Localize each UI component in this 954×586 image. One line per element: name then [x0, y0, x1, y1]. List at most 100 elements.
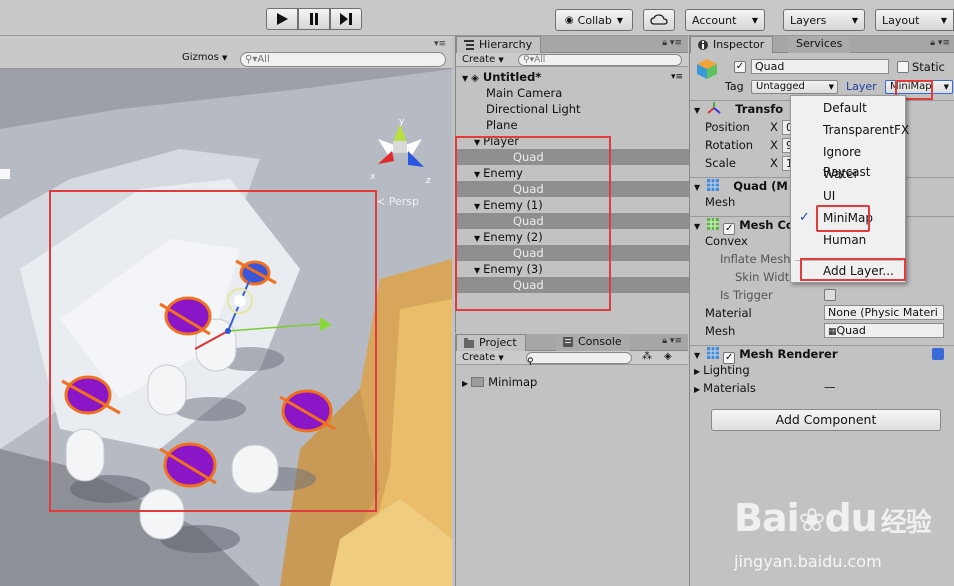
scale-x-label: X: [770, 156, 778, 170]
highlight-box-hierarchy: [455, 136, 611, 311]
layers-dropdown[interactable]: Layers ▼: [783, 9, 865, 31]
help-book-icon[interactable]: [932, 348, 944, 360]
tab-console[interactable]: Console: [556, 334, 630, 351]
cloud-button[interactable]: [643, 9, 675, 31]
hierarchy-row[interactable]: Directional Light: [456, 101, 689, 117]
axis-z-label: z: [426, 176, 431, 186]
material-field[interactable]: None (Physic Materi: [824, 305, 944, 320]
hierarchy-row[interactable]: Main Camera: [456, 85, 689, 101]
tab-inspector[interactable]: Inspector: [690, 36, 774, 53]
lock-icon[interactable]: 🔒︎ ▾≡: [930, 38, 950, 48]
add-component-button[interactable]: Add Component: [711, 409, 941, 431]
lock-icon[interactable]: 🔒︎ ▾≡: [662, 38, 682, 48]
collider-mesh-field[interactable]: ▦Quad: [824, 323, 944, 338]
expand-arrow-icon: ▶: [694, 367, 701, 376]
expand-arrow-icon[interactable]: ▼: [694, 218, 700, 235]
layer-menu-item-label: Human: [823, 233, 867, 247]
paw-icon: ❀: [798, 501, 826, 539]
mesh-renderer-icon: [707, 347, 720, 359]
hierarchy-search-input[interactable]: ⚲▾All: [518, 54, 682, 66]
skin-width-label: Skin Widt: [735, 270, 790, 284]
layer-menu-item[interactable]: Water: [791, 164, 907, 184]
chevron-down-icon: ▼: [751, 15, 758, 25]
layer-menu-item[interactable]: Default: [791, 98, 907, 118]
tab-hierarchy[interactable]: Hierarchy: [456, 36, 542, 53]
main-toolbar: ◉ Collab ▼ Account ▼ Layers ▼ Layout ▼: [0, 0, 954, 36]
project-search-input[interactable]: ⚲: [526, 352, 632, 367]
tab-hierarchy-label: Hierarchy: [479, 38, 533, 51]
expand-arrow-icon[interactable]: ▼: [694, 102, 700, 119]
layer-menu-item[interactable]: TransparentFX: [791, 120, 910, 140]
filter-label-icon[interactable]: ◈: [664, 351, 672, 362]
highlight-box-minimap-item: [816, 205, 870, 232]
cloud-icon: [650, 14, 668, 25]
project-create-button[interactable]: Create ▼: [462, 352, 504, 363]
inflate-mesh-label: Inflate Mesh: [720, 252, 791, 266]
layer-label: Layer: [846, 80, 877, 93]
scene-root-row[interactable]: ▼ ◈ Untitled* ▾≡: [456, 69, 689, 85]
tab-project-label: Project: [479, 336, 517, 349]
collab-label: Collab: [577, 13, 612, 27]
folder-icon: [464, 338, 474, 348]
scene-menu-icon[interactable]: ▾≡: [671, 69, 683, 85]
collider-mesh-label: Mesh: [705, 324, 736, 338]
hierarchy-row-label: Plane: [486, 118, 518, 132]
layer-menu-item[interactable]: Human: [791, 230, 907, 250]
pause-button[interactable]: [298, 8, 330, 30]
highlight-box-scene: [49, 190, 377, 512]
layer-menu-item[interactable]: Ignore Raycast: [791, 142, 907, 179]
hierarchy-icon: [464, 40, 474, 50]
play-button[interactable]: [266, 8, 298, 30]
tab-services[interactable]: Services: [788, 36, 851, 53]
highlight-box-add-layer: [800, 258, 906, 281]
filter-type-icon[interactable]: ⁂: [642, 351, 652, 362]
expand-arrow-icon[interactable]: ▼: [694, 347, 700, 364]
hierarchy-row[interactable]: Plane: [456, 117, 689, 133]
tag-dropdown[interactable]: Untagged ▼: [751, 80, 838, 94]
is-trigger-checkbox[interactable]: [824, 289, 836, 301]
expand-arrow-icon[interactable]: ▼: [694, 179, 700, 196]
project-folder-row[interactable]: ▶ Minimap: [456, 374, 689, 390]
lighting-row[interactable]: ▶ Lighting: [694, 363, 750, 377]
expand-arrow-icon[interactable]: ▶: [462, 376, 468, 392]
scene-search-input[interactable]: ⚲▾All: [240, 52, 446, 67]
object-name-input[interactable]: Quad: [751, 59, 889, 74]
account-dropdown[interactable]: Account ▼: [685, 9, 765, 31]
tab-project[interactable]: Project: [456, 334, 526, 351]
persp-label[interactable]: ≺ Persp: [376, 195, 419, 208]
layer-menu-item[interactable]: UI: [791, 186, 907, 206]
position-x-label: X: [770, 120, 778, 134]
tab-console-label: Console: [578, 335, 622, 348]
inspector-tabbar: Inspector Services 🔒︎ ▾≡: [690, 36, 954, 53]
gameobject-cube-icon: [697, 59, 717, 79]
layer-menu-item-label: TransparentFX: [823, 123, 910, 137]
hierarchy-tabbar: Hierarchy 🔒︎ ▾≡: [456, 36, 688, 53]
step-button[interactable]: [330, 8, 362, 30]
panel-menu-icon[interactable]: ▾≡: [434, 39, 446, 49]
materials-row[interactable]: ▶ Materials: [694, 381, 756, 395]
layout-dropdown[interactable]: Layout ▼: [875, 9, 954, 31]
active-checkbox[interactable]: ✓: [734, 61, 746, 73]
watermark-url: jingyan.baidu.com: [734, 552, 882, 571]
lock-icon[interactable]: 🔒︎ ▾≡: [662, 336, 682, 346]
mesh-renderer-header[interactable]: ▼ ✓ Mesh Renderer: [690, 345, 954, 364]
search-placeholder: All: [257, 54, 270, 65]
step-icon: [340, 13, 352, 25]
mesh-filter-mesh-label: Mesh: [705, 195, 736, 209]
is-trigger-label: Is Trigger: [720, 288, 773, 302]
info-icon: [698, 40, 708, 50]
material-label: Material: [705, 306, 752, 320]
static-checkbox[interactable]: [897, 61, 909, 73]
gizmos-dropdown[interactable]: Gizmos ▼: [182, 52, 227, 63]
search-icon: ⚲: [527, 357, 534, 367]
tag-label: Tag: [725, 80, 744, 93]
chevron-down-icon: ▼: [498, 56, 504, 64]
collab-icon: ◉: [564, 14, 574, 26]
mesh-collider-icon: [707, 218, 720, 230]
project-panel: Project Console 🔒︎ ▾≡ Create ▼ ⚲ ⁂ ◈ ▶ Mi…: [455, 334, 688, 586]
hierarchy-create-button[interactable]: Create ▼: [462, 54, 504, 65]
layers-label: Layers: [790, 13, 827, 27]
chevron-down-icon: ▼: [940, 15, 947, 25]
collab-button[interactable]: ◉ Collab ▼: [555, 9, 633, 31]
baidu-watermark: Bai❀du 经验 jingyan.baidu.com: [728, 486, 954, 586]
